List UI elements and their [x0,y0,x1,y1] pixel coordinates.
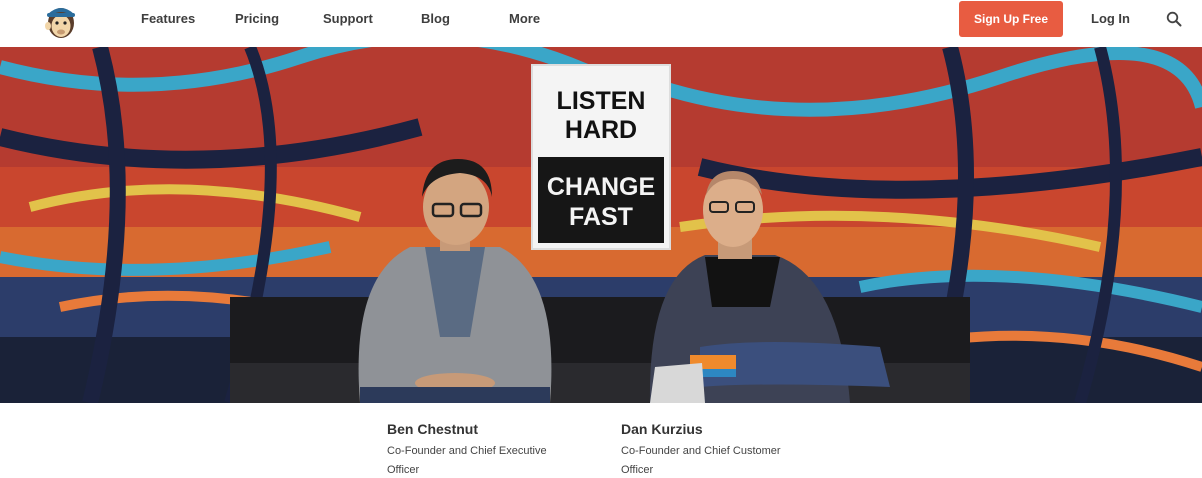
nav-pricing[interactable]: Pricing [235,12,279,26]
hero-photo: LISTEN HARD CHANGE FAST [0,47,1202,403]
bio-ben: Ben Chestnut Co-Founder and Chief Execut… [387,420,587,478]
sign-line-1: LISTEN [557,87,646,115]
nav-more[interactable]: More [509,12,540,26]
sign-line-4: FAST [569,203,633,231]
nav-blog[interactable]: Blog [421,12,450,26]
nav-support[interactable]: Support [323,12,373,26]
log-in-link[interactable]: Log In [1091,11,1130,26]
bio-role: Co-Founder and Chief Customer Officer [621,445,781,476]
search-icon[interactable] [1166,11,1182,27]
monkey-logo-icon[interactable] [44,2,78,40]
bio-name: Dan Kurzius [621,421,703,437]
sign-line-2: HARD [565,116,637,144]
sign-up-button[interactable]: Sign Up Free [959,1,1063,37]
sign-line-3: CHANGE [547,173,655,201]
nav-features[interactable]: Features [141,12,195,26]
bio-name: Ben Chestnut [387,421,478,437]
bio-role: Co-Founder and Chief Executive Officer [387,445,547,476]
site-header: Features Pricing Support Blog More Sign … [0,0,1202,47]
bio-dan: Dan Kurzius Co-Founder and Chief Custome… [621,420,821,478]
